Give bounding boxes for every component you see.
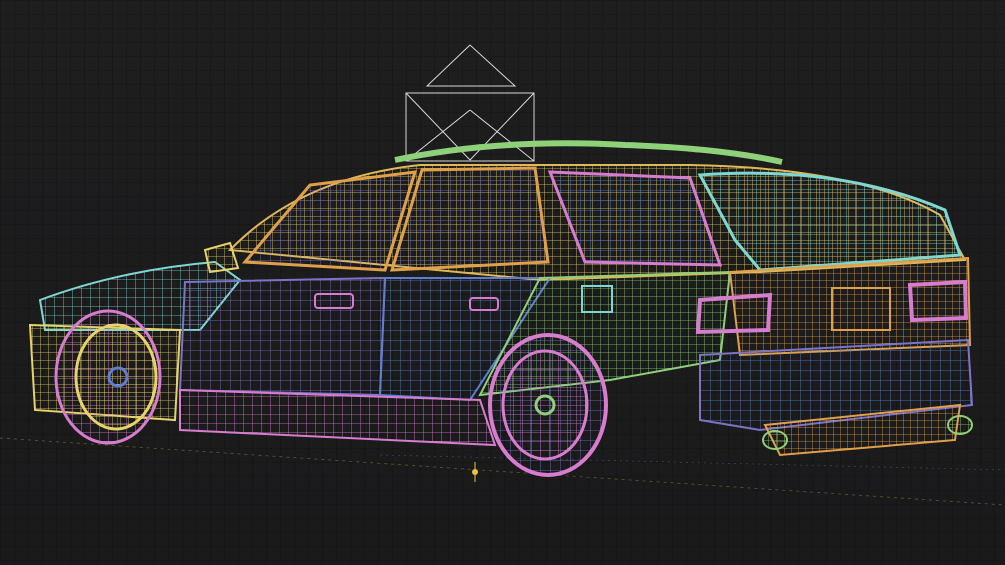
3d-viewport[interactable] bbox=[0, 0, 1005, 565]
exhaust-left bbox=[762, 430, 788, 450]
rear-hatch bbox=[728, 256, 972, 357]
rear-wheel[interactable] bbox=[488, 333, 608, 477]
front-wheel[interactable] bbox=[54, 309, 162, 445]
wireframe-scene[interactable] bbox=[0, 0, 1005, 565]
exhaust-right bbox=[947, 415, 973, 435]
door-front bbox=[178, 276, 387, 397]
